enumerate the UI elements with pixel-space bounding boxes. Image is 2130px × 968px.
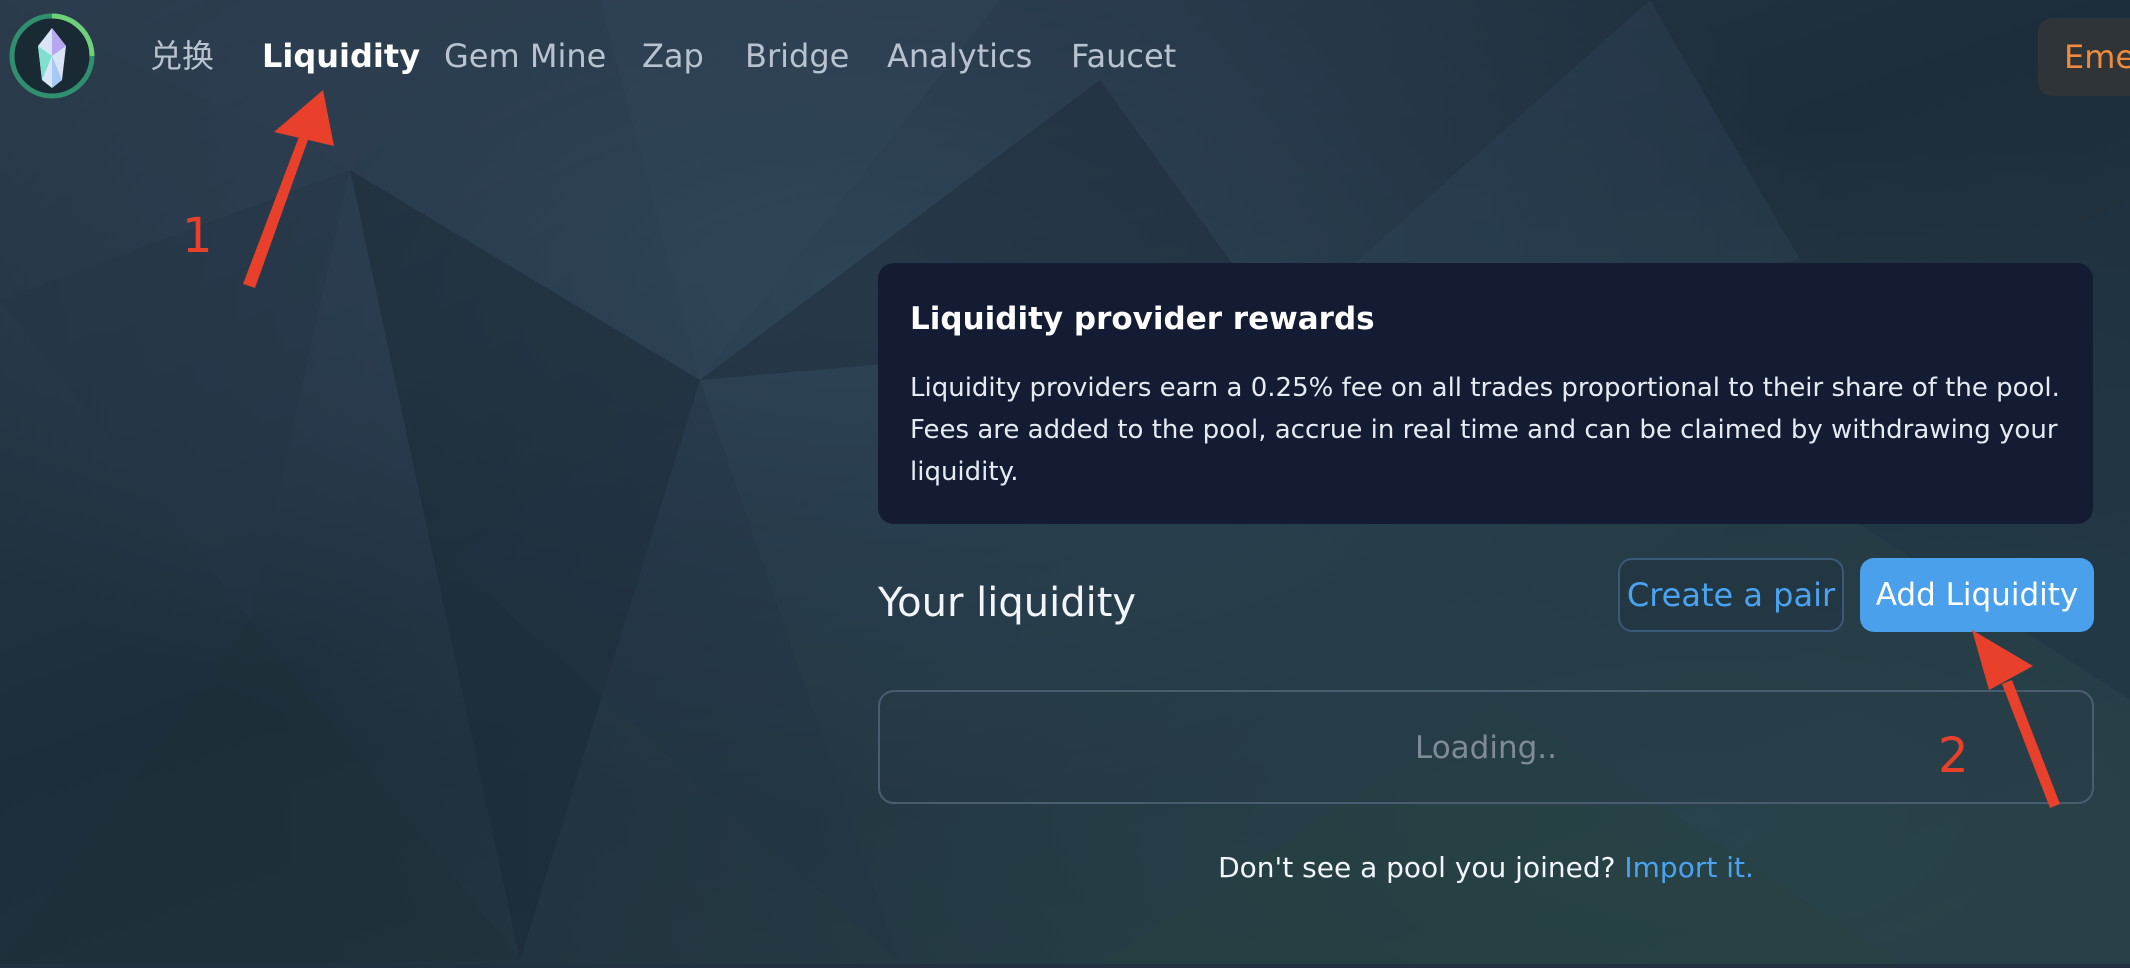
add-liquidity-button[interactable]: Add Liquidity [1860, 558, 2094, 632]
nav-item-analytics[interactable]: Analytics [887, 36, 1032, 76]
crystal-gem-logo-icon[interactable] [8, 12, 96, 100]
nav-item-liquidity[interactable]: Liquidity [262, 36, 420, 76]
import-pool-link[interactable]: Import it. [1624, 851, 1754, 884]
nav-item-swap[interactable]: 兑换 [150, 36, 214, 76]
nav-item-faucet[interactable]: Faucet [1071, 36, 1176, 76]
liquidity-rewards-card: Liquidity provider rewards Liquidity pro… [878, 263, 2093, 524]
import-pool-question: Don't see a pool you joined? [1218, 851, 1625, 884]
nav-item-zap[interactable]: Zap [642, 36, 704, 76]
create-pair-button[interactable]: Create a pair [1618, 558, 1844, 632]
network-selector-label: Emer [2064, 38, 2130, 76]
import-pool-prompt: Don't see a pool you joined? Import it. [878, 851, 2094, 884]
nav-item-bridge[interactable]: Bridge [745, 36, 849, 76]
network-selector-button[interactable]: Emer [2038, 18, 2130, 96]
top-navigation: 兑换 Liquidity Gem Mine Zap Bridge Analyti… [0, 0, 2130, 112]
nav-item-gem-mine[interactable]: Gem Mine [444, 36, 606, 76]
loading-status-text: Loading.. [1414, 730, 1557, 766]
info-card-title: Liquidity provider rewards [910, 301, 1375, 337]
info-card-body: Liquidity providers earn a 0.25% fee on … [910, 373, 2060, 487]
liquidity-positions-panel: Loading.. [878, 690, 2094, 804]
your-liquidity-heading: Your liquidity [878, 580, 1137, 626]
